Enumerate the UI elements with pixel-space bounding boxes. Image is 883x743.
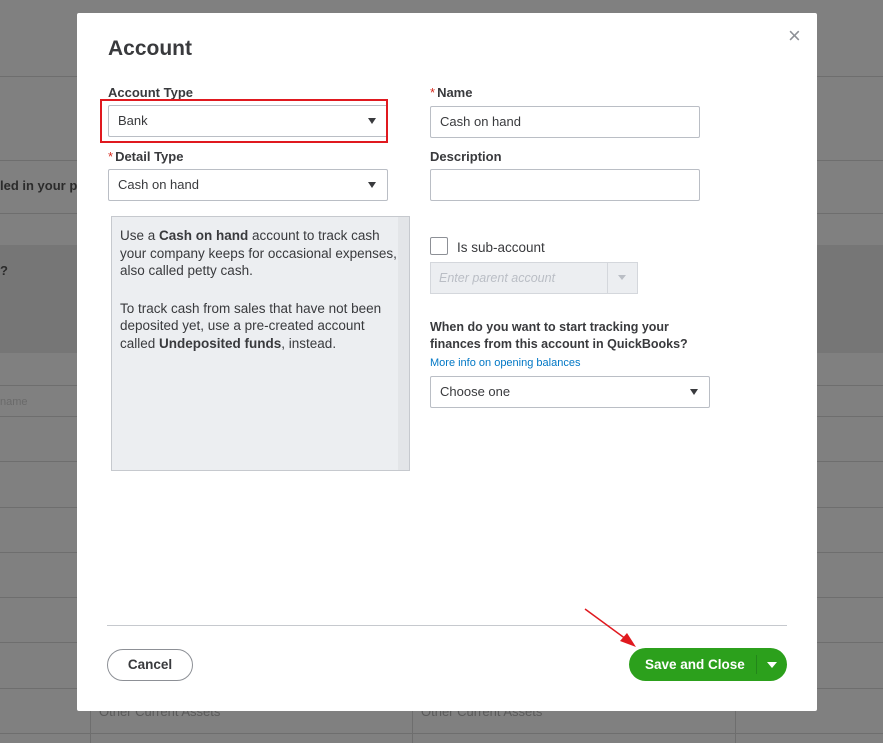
- annotation-arrow-icon: [584, 608, 636, 647]
